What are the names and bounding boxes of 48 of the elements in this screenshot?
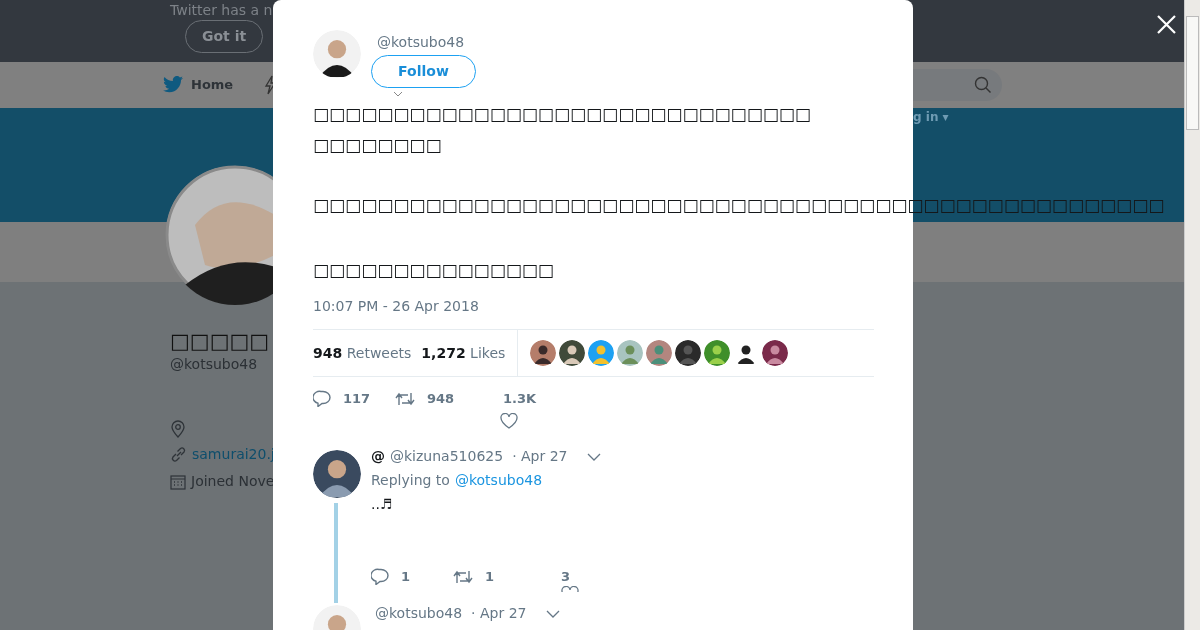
scrollbar[interactable] xyxy=(1184,0,1200,630)
profile-handle: @kotsubo48 xyxy=(170,355,259,374)
action-count: 948 xyxy=(427,390,455,408)
liker-avatar[interactable] xyxy=(675,340,702,366)
user-handle[interactable]: @kotsubo48 xyxy=(377,30,465,51)
bird-icon xyxy=(163,76,183,94)
close-icon[interactable] xyxy=(1157,15,1176,34)
tweet-timestamp: 10:07 PM - 26 Apr 2018 xyxy=(313,297,479,316)
reply-author-handle[interactable]: @kizuna510625 xyxy=(390,446,504,467)
reply-icon[interactable] xyxy=(371,568,389,586)
lightning-icon xyxy=(264,75,276,95)
link-icon xyxy=(170,446,187,463)
search-field[interactable] xyxy=(913,69,1002,101)
caret-icon xyxy=(393,91,403,97)
avatar xyxy=(313,30,361,78)
reply-icon[interactable] xyxy=(313,390,331,408)
stat-link[interactable]: 948 Retweets xyxy=(313,342,412,364)
retweet-icon[interactable] xyxy=(453,569,473,584)
liker-avatar[interactable] xyxy=(559,340,586,366)
avatar xyxy=(313,450,361,498)
reply-text: ..♬ xyxy=(371,495,393,514)
action-count: 1 xyxy=(485,568,495,586)
action-count: 1 xyxy=(401,568,411,586)
tweet-text: □□□□□□□□□□□□□□□ xyxy=(313,259,555,282)
chevron-icon[interactable] xyxy=(586,452,601,461)
login-link[interactable]: g in ▾ xyxy=(913,108,949,126)
reply-date[interactable]: · Apr 27 xyxy=(512,446,568,467)
location-icon xyxy=(170,420,186,438)
reply-author-name[interactable]: @ xyxy=(371,446,385,467)
joined-date: Joined Nove xyxy=(191,472,275,491)
reply-author-handle[interactable]: @kotsubo48 xyxy=(375,603,463,624)
search-icon xyxy=(974,76,992,94)
notice-text: Twitter has a n xyxy=(170,1,273,20)
reply-date[interactable]: · Apr 27 xyxy=(471,603,527,624)
chevron-icon[interactable] xyxy=(545,609,560,618)
action-count: 3 xyxy=(561,568,571,586)
action-count: 1.3K xyxy=(503,390,537,408)
liker-avatar[interactable] xyxy=(530,340,557,366)
profile-name: □□□□□ xyxy=(170,328,270,354)
tweet-text: □□□□□□□□□□□□□□□□□□□□□□□□□□□□□□□□□□□□□□□ xyxy=(313,103,812,157)
liker-avatar[interactable] xyxy=(762,340,789,366)
retweet-icon[interactable] xyxy=(395,391,415,406)
action-count: 117 xyxy=(343,390,371,408)
mention-link[interactable]: @kotsubo48 xyxy=(454,470,543,491)
calendar-icon xyxy=(170,473,186,490)
home-link[interactable]: Home xyxy=(191,75,234,95)
replying-label: Replying to xyxy=(371,471,450,490)
stat-link[interactable]: 1,272 Likes xyxy=(421,342,506,364)
